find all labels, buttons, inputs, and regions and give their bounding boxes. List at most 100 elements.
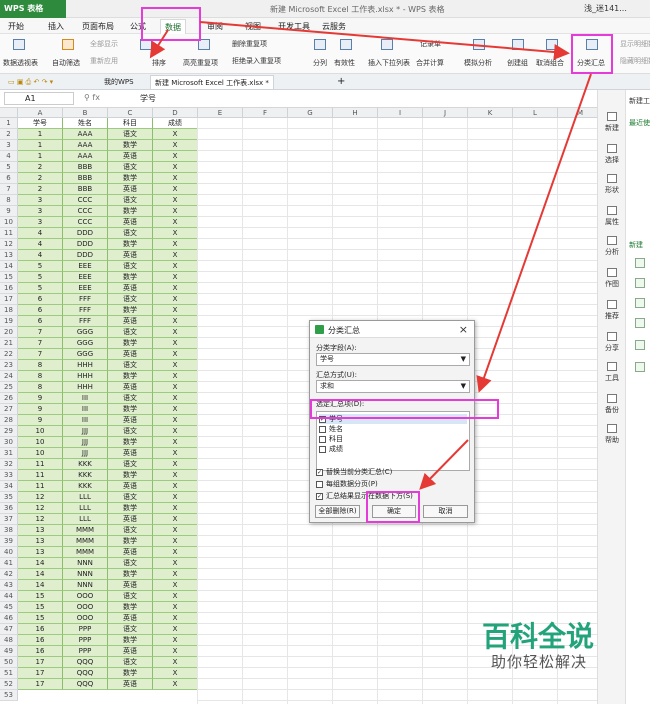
- table-cell[interactable]: HHH: [63, 382, 108, 393]
- table-cell[interactable]: HHH: [63, 371, 108, 382]
- row-header[interactable]: 1: [0, 118, 18, 129]
- table-cell[interactable]: X: [153, 635, 198, 646]
- column-header[interactable]: H: [333, 108, 378, 118]
- row-header[interactable]: 33: [0, 470, 18, 481]
- table-cell[interactable]: III: [63, 404, 108, 415]
- template-icon[interactable]: [635, 258, 645, 268]
- menu-page-layout[interactable]: 页面布局: [82, 21, 114, 32]
- table-cell[interactable]: 1: [18, 129, 63, 140]
- table-cell[interactable]: X: [153, 580, 198, 591]
- table-cell[interactable]: NNN: [63, 569, 108, 580]
- menu-home[interactable]: 开始: [8, 21, 24, 32]
- row-header[interactable]: 10: [0, 217, 18, 228]
- table-cell[interactable]: X: [153, 305, 198, 316]
- menu-cloud[interactable]: 云服务: [322, 21, 346, 32]
- row-header[interactable]: 12: [0, 239, 18, 250]
- side-panel-item[interactable]: 帮助: [598, 424, 626, 445]
- row-header[interactable]: 9: [0, 206, 18, 217]
- table-cell[interactable]: NNN: [63, 558, 108, 569]
- table-cell[interactable]: 数学: [108, 437, 153, 448]
- table-cell[interactable]: 5: [18, 272, 63, 283]
- table-cell[interactable]: X: [153, 613, 198, 624]
- table-cell[interactable]: BBB: [63, 162, 108, 173]
- table-cell[interactable]: 英语: [108, 679, 153, 690]
- table-cell[interactable]: 10: [18, 448, 63, 459]
- column-header[interactable]: B: [63, 108, 108, 118]
- table-cell[interactable]: X: [153, 206, 198, 217]
- table-header-cell[interactable]: 成绩: [153, 118, 198, 129]
- row-header[interactable]: 11: [0, 228, 18, 239]
- table-cell[interactable]: 16: [18, 624, 63, 635]
- column-header[interactable]: L: [513, 108, 558, 118]
- insert-dropdown-button[interactable]: 插入下拉列表: [368, 58, 410, 68]
- table-cell[interactable]: CCC: [63, 217, 108, 228]
- row-header[interactable]: 5: [0, 162, 18, 173]
- table-cell[interactable]: DDD: [63, 250, 108, 261]
- column-header[interactable]: F: [243, 108, 288, 118]
- table-cell[interactable]: 3: [18, 206, 63, 217]
- table-cell[interactable]: 14: [18, 580, 63, 591]
- table-cell[interactable]: 英语: [108, 349, 153, 360]
- table-cell[interactable]: 5: [18, 261, 63, 272]
- table-cell[interactable]: X: [153, 393, 198, 404]
- table-cell[interactable]: III: [63, 415, 108, 426]
- row-header[interactable]: 2: [0, 129, 18, 140]
- column-header[interactable]: C: [108, 108, 153, 118]
- row-header[interactable]: 49: [0, 646, 18, 657]
- row-header[interactable]: 8: [0, 195, 18, 206]
- menu-view[interactable]: 视图: [245, 21, 261, 32]
- table-cell[interactable]: X: [153, 503, 198, 514]
- table-cell[interactable]: OOO: [63, 613, 108, 624]
- table-header-cell[interactable]: 姓名: [63, 118, 108, 129]
- table-cell[interactable]: 12: [18, 503, 63, 514]
- row-header[interactable]: 17: [0, 294, 18, 305]
- table-cell[interactable]: X: [153, 547, 198, 558]
- table-cell[interactable]: 12: [18, 492, 63, 503]
- template-icon[interactable]: [635, 278, 645, 288]
- table-cell[interactable]: AAA: [63, 129, 108, 140]
- table-cell[interactable]: 4: [18, 239, 63, 250]
- table-cell[interactable]: X: [153, 624, 198, 635]
- row-header[interactable]: 14: [0, 261, 18, 272]
- table-cell[interactable]: CCC: [63, 206, 108, 217]
- formula-icon[interactable]: ⚲ fx: [84, 93, 100, 102]
- column-header[interactable]: K: [468, 108, 513, 118]
- row-header[interactable]: 32: [0, 459, 18, 470]
- column-header[interactable]: G: [288, 108, 333, 118]
- table-cell[interactable]: DDD: [63, 239, 108, 250]
- tab-document[interactable]: 新建 Microsoft Excel 工作表.xlsx *: [150, 75, 274, 89]
- table-cell[interactable]: X: [153, 459, 198, 470]
- table-cell[interactable]: LLL: [63, 492, 108, 503]
- table-cell[interactable]: X: [153, 162, 198, 173]
- user-name[interactable]: 浅_迷141...: [584, 3, 627, 14]
- table-cell[interactable]: 数学: [108, 602, 153, 613]
- table-cell[interactable]: III: [63, 393, 108, 404]
- table-cell[interactable]: QQQ: [63, 657, 108, 668]
- table-cell[interactable]: GGG: [63, 349, 108, 360]
- table-cell[interactable]: X: [153, 140, 198, 151]
- table-cell[interactable]: FFF: [63, 316, 108, 327]
- table-cell[interactable]: X: [153, 569, 198, 580]
- select-all-corner[interactable]: [0, 108, 18, 118]
- table-cell[interactable]: BBB: [63, 173, 108, 184]
- cancel-button[interactable]: 取消: [423, 505, 468, 518]
- table-cell[interactable]: 数学: [108, 173, 153, 184]
- table-cell[interactable]: X: [153, 679, 198, 690]
- table-cell[interactable]: X: [153, 316, 198, 327]
- dialog-option[interactable]: 每组数据分页(P): [316, 479, 378, 489]
- table-cell[interactable]: X: [153, 272, 198, 283]
- table-cell[interactable]: 语文: [108, 360, 153, 371]
- record-form-button[interactable]: 记录单: [420, 39, 441, 49]
- table-cell[interactable]: X: [153, 360, 198, 371]
- row-header[interactable]: 40: [0, 547, 18, 558]
- table-cell[interactable]: 语文: [108, 195, 153, 206]
- auto-filter-button[interactable]: 自动筛选: [52, 58, 80, 68]
- row-header[interactable]: 35: [0, 492, 18, 503]
- table-cell[interactable]: X: [153, 646, 198, 657]
- table-cell[interactable]: 11: [18, 459, 63, 470]
- table-cell[interactable]: X: [153, 184, 198, 195]
- row-header[interactable]: 28: [0, 415, 18, 426]
- table-cell[interactable]: X: [153, 217, 198, 228]
- table-cell[interactable]: 数学: [108, 470, 153, 481]
- table-cell[interactable]: OOO: [63, 602, 108, 613]
